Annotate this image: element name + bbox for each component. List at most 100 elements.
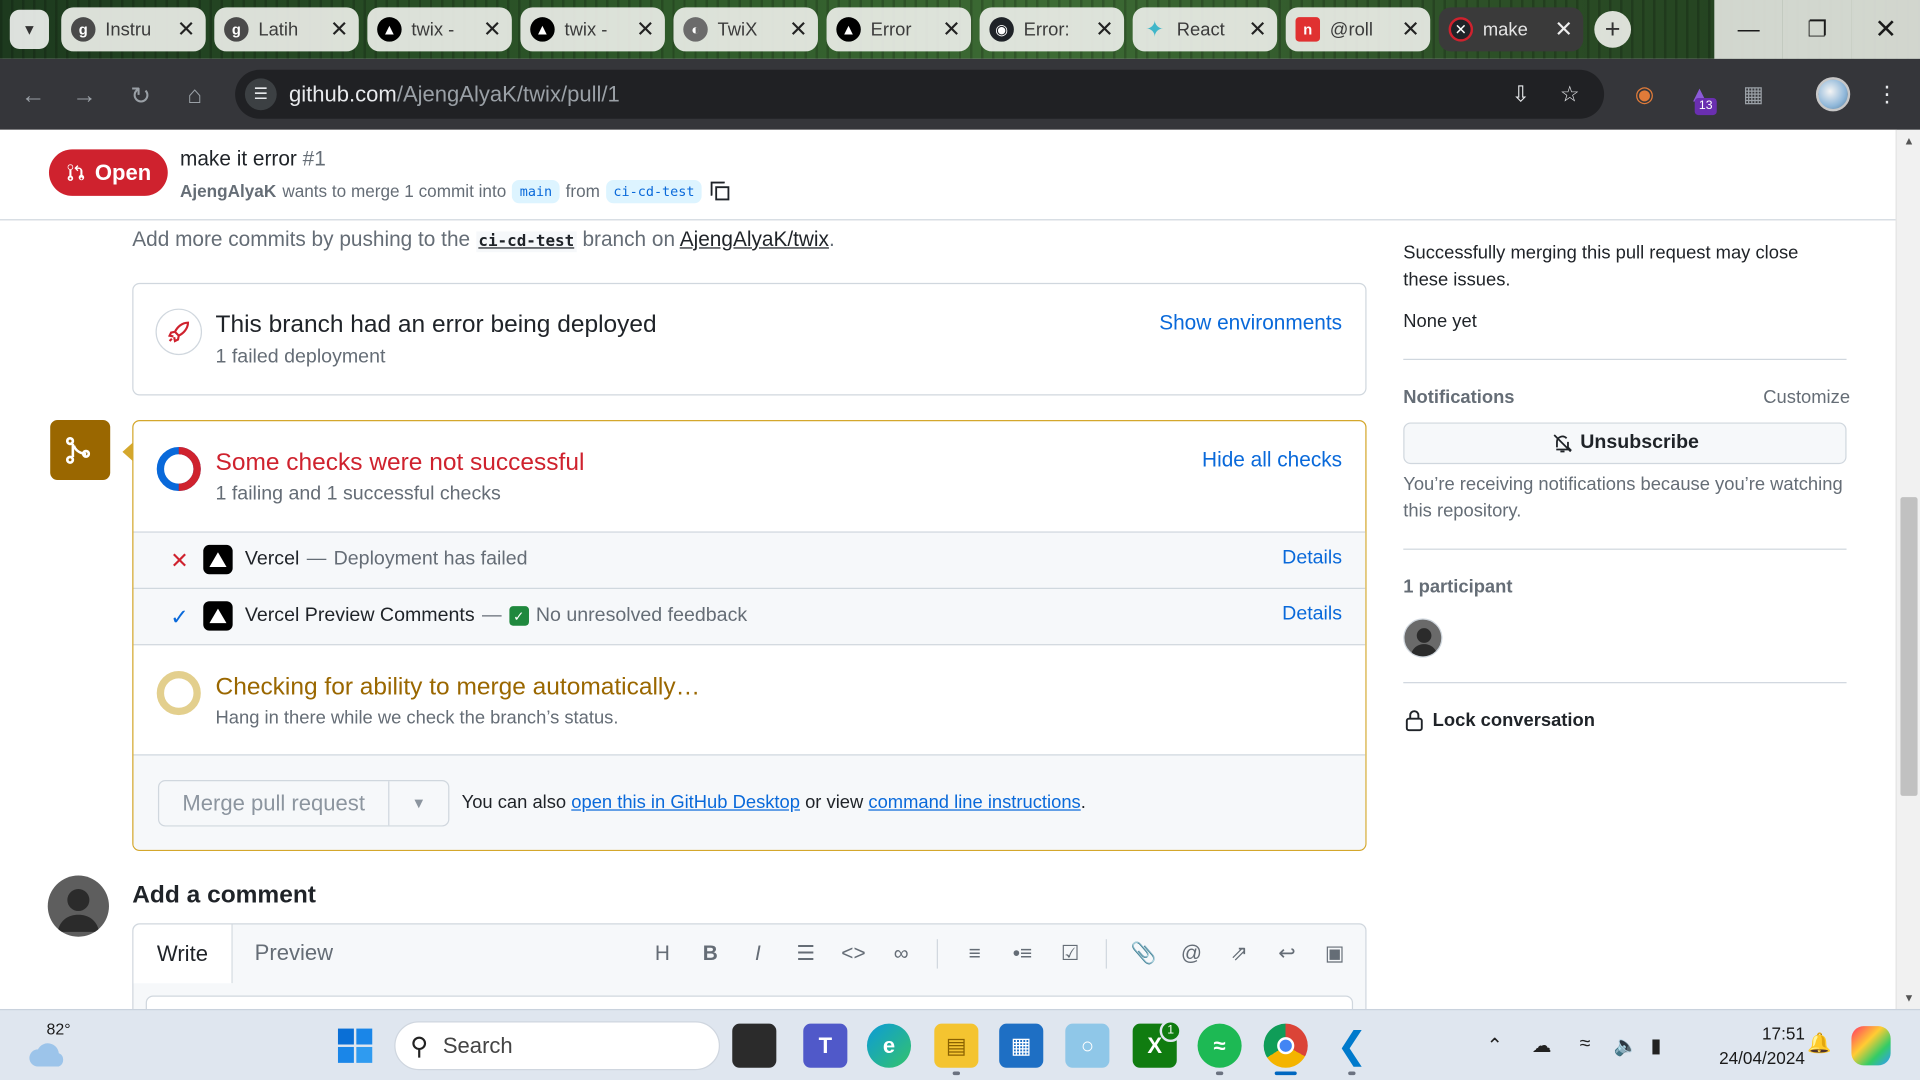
tab-search-button[interactable]: ▼ <box>9 9 49 49</box>
link-icon[interactable]: ∞ <box>887 939 916 968</box>
vscode-icon[interactable]: ❮ <box>1330 1024 1374 1068</box>
merge-method-dropdown[interactable]: ▼ <box>389 781 448 825</box>
browser-tab[interactable]: ▲ twix - ✕ <box>520 7 665 52</box>
command-line-instructions-link[interactable]: command line instructions <box>868 792 1080 813</box>
show-environments-button[interactable]: Show environments <box>1159 311 1342 335</box>
scrollbar-thumb[interactable] <box>1900 497 1918 796</box>
reply-icon[interactable]: ↩ <box>1272 939 1301 968</box>
heading-icon[interactable]: H <box>648 939 677 968</box>
fullscreen-icon[interactable]: ▣ <box>1320 939 1349 968</box>
wifi-icon[interactable]: ≈ <box>1580 1033 1591 1055</box>
back-button[interactable]: ← <box>16 78 50 112</box>
close-icon[interactable]: ✕ <box>329 17 349 43</box>
check-details-link[interactable]: Details <box>1282 604 1342 626</box>
close-window-button[interactable]: ✕ <box>1851 0 1920 59</box>
browser-tab-active[interactable]: ✕ make ✕ <box>1438 7 1584 52</box>
forward-button[interactable]: → <box>67 78 101 112</box>
more-vert-icon[interactable]: ⋮ <box>1870 77 1904 111</box>
battery-icon[interactable]: ▮ <box>1651 1033 1662 1057</box>
file-explorer-icon[interactable]: ▤ <box>934 1023 979 1068</box>
browser-tab[interactable]: ▲ Error ✕ <box>826 7 972 52</box>
task-list-icon[interactable]: ☑ <box>1056 939 1085 968</box>
pr-author-link[interactable]: AjengAlyaK <box>180 181 276 201</box>
bold-icon[interactable]: B <box>696 939 725 968</box>
scroll-down-icon[interactable]: ▼ <box>1897 992 1920 1004</box>
check-details-link[interactable]: Details <box>1282 547 1342 569</box>
bulleted-list-icon[interactable]: •≡ <box>1008 939 1037 968</box>
site-info-button[interactable]: ☰ <box>244 78 277 111</box>
teams-icon[interactable]: T <box>803 1023 848 1068</box>
numbered-list-icon[interactable]: ≡ <box>960 939 989 968</box>
weather-widget[interactable]: 82° <box>22 1018 83 1074</box>
merge-pull-request-button[interactable]: Merge pull request <box>159 781 390 826</box>
chevron-up-icon[interactable]: ⌃ <box>1487 1033 1503 1057</box>
close-icon[interactable]: ✕ <box>789 17 809 43</box>
browser-tab[interactable]: ▲ twix - ✕ <box>367 7 512 52</box>
onedrive-icon[interactable]: ☁ <box>1532 1033 1552 1057</box>
minimize-button[interactable]: — <box>1714 0 1783 59</box>
code-icon[interactable]: <> <box>839 939 868 968</box>
head-branch-label[interactable]: ci-cd-test <box>606 179 702 203</box>
star-icon[interactable]: ☆ <box>1553 77 1587 111</box>
volume-icon[interactable]: 🔈 <box>1614 1033 1638 1057</box>
hint-repo-link[interactable]: AjengAlyaK/twix <box>680 228 829 251</box>
close-icon[interactable]: ✕ <box>942 17 962 43</box>
task-view-icon[interactable] <box>732 1023 777 1068</box>
attach-icon[interactable]: 📎 <box>1129 939 1158 968</box>
base-branch-label[interactable]: main <box>512 179 560 203</box>
tab-preview[interactable]: Preview <box>233 924 355 982</box>
browser-tab[interactable]: g Latih ✕ <box>214 7 359 52</box>
page-scrollbar[interactable]: ▲ ▼ <box>1895 129 1920 1009</box>
lock-conversation-button[interactable]: Lock conversation <box>1403 708 1595 732</box>
hint-branch[interactable]: ci-cd-test <box>475 231 577 253</box>
browser-tab[interactable]: ◐ TwiX ✕ <box>673 7 818 52</box>
address-bar[interactable]: github.com/AjengAlyaK/twix/pull/1 <box>235 69 1605 119</box>
quote-icon[interactable]: ☰ <box>791 939 820 968</box>
open-github-desktop-link[interactable]: open this in GitHub Desktop <box>571 792 800 813</box>
taskbar-search[interactable]: ⚲ Search <box>394 1021 721 1071</box>
unsubscribe-label: Unsubscribe <box>1580 432 1699 454</box>
unsubscribe-button[interactable]: Unsubscribe <box>1403 422 1847 465</box>
customize-link[interactable]: Customize <box>1763 387 1850 408</box>
close-icon[interactable]: ✕ <box>176 17 196 43</box>
close-icon[interactable]: ✕ <box>1095 17 1115 43</box>
cookie-extension-icon[interactable]: ◉ <box>1627 77 1661 111</box>
close-icon[interactable]: ✕ <box>1554 17 1574 43</box>
browser-tab[interactable]: ◉ Error: ✕ <box>979 7 1125 52</box>
close-icon[interactable]: ✕ <box>1401 17 1421 43</box>
browser-tab[interactable]: g Instru ✕ <box>61 7 206 52</box>
avatar[interactable] <box>47 875 109 937</box>
close-icon[interactable]: ✕ <box>636 17 656 43</box>
restore-button[interactable]: ❐ <box>1782 0 1852 59</box>
chrome-icon[interactable] <box>1263 1023 1308 1068</box>
cross-reference-icon[interactable]: ⇗ <box>1225 939 1254 968</box>
comment-textarea[interactable] <box>145 995 1354 1009</box>
edge-icon[interactable]: e <box>866 1023 912 1068</box>
tab-title: Latih <box>258 18 299 40</box>
browser-tab[interactable]: ✦ React ✕ <box>1132 7 1278 52</box>
hide-all-checks-button[interactable]: Hide all checks <box>1202 448 1342 472</box>
photos-icon[interactable]: ○ <box>1065 1023 1110 1068</box>
new-tab-button[interactable]: + <box>1594 11 1632 48</box>
tab-write[interactable]: Write <box>133 924 233 984</box>
notification-bell-icon[interactable]: 🔔 <box>1807 1031 1831 1055</box>
tab-title: @roll <box>1329 18 1373 40</box>
home-button[interactable]: ⌂ <box>178 78 212 112</box>
mention-icon[interactable]: @ <box>1177 939 1206 968</box>
copilot-icon[interactable] <box>1851 1026 1891 1066</box>
copy-icon[interactable] <box>708 179 732 203</box>
puzzle-icon[interactable]: ▦ <box>1736 77 1770 111</box>
spotify-icon[interactable]: ≈ <box>1197 1023 1242 1068</box>
install-app-icon[interactable]: ⇩ <box>1504 77 1538 111</box>
participant-avatar[interactable] <box>1403 618 1443 658</box>
profile-avatar[interactable] <box>1815 77 1851 112</box>
browser-tab[interactable]: n @roll ✕ <box>1285 7 1431 52</box>
windows-start-icon[interactable] <box>333 1024 377 1068</box>
italic-icon[interactable]: I <box>743 939 772 968</box>
scroll-up-icon[interactable]: ▲ <box>1897 135 1920 147</box>
reload-button[interactable]: ↻ <box>124 78 158 112</box>
close-icon[interactable]: ✕ <box>1248 17 1268 43</box>
close-icon[interactable]: ✕ <box>482 17 502 43</box>
microsoft-store-icon[interactable]: ▦ <box>999 1023 1044 1068</box>
system-clock[interactable]: 17:51 24/04/2024 <box>1700 1021 1805 1070</box>
